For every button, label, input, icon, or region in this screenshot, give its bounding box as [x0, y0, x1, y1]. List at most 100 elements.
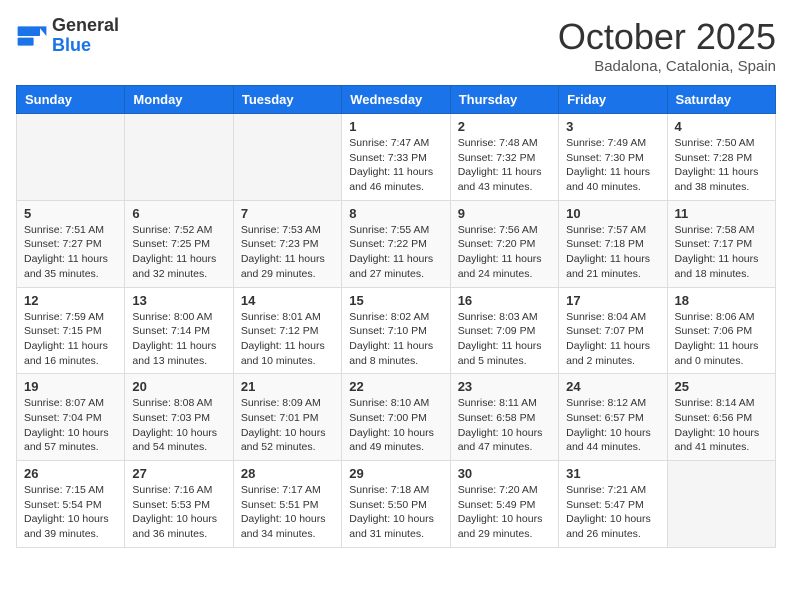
day-info: Sunrise: 8:11 AM Sunset: 6:58 PM Dayligh…: [458, 396, 551, 455]
day-info: Sunrise: 8:07 AM Sunset: 7:04 PM Dayligh…: [24, 396, 117, 455]
calendar-cell: 26 Sunrise: 7:15 AM Sunset: 5:54 PM Dayli…: [17, 461, 125, 548]
page-header: General Blue October 2025 Badalona, Cata…: [16, 16, 776, 75]
day-info: Sunrise: 7:17 AM Sunset: 5:51 PM Dayligh…: [241, 483, 334, 542]
day-number: 27: [132, 466, 225, 481]
day-number: 15: [349, 293, 442, 308]
calendar-cell: [233, 114, 341, 201]
day-info: Sunrise: 7:53 AM Sunset: 7:23 PM Dayligh…: [241, 223, 334, 282]
day-info: Sunrise: 7:59 AM Sunset: 7:15 PM Dayligh…: [24, 310, 117, 369]
day-info: Sunrise: 7:50 AM Sunset: 7:28 PM Dayligh…: [675, 136, 768, 195]
day-info: Sunrise: 8:03 AM Sunset: 7:09 PM Dayligh…: [458, 310, 551, 369]
day-info: Sunrise: 7:15 AM Sunset: 5:54 PM Dayligh…: [24, 483, 117, 542]
month-title: October 2025: [558, 16, 776, 58]
calendar-cell: 22Sunrise: 8:10 AM Sunset: 7:00 PM Dayli…: [342, 374, 450, 461]
col-header-wednesday: Wednesday: [342, 86, 450, 114]
calendar-cell: [17, 114, 125, 201]
calendar-cell: 18 Sunrise: 8:06 AM Sunset: 7:06 PM Dayli…: [667, 287, 775, 374]
title-block: October 2025 Badalona, Catalonia, Spain: [558, 16, 776, 75]
calendar-cell: 11Sunrise: 7:58 AM Sunset: 7:17 PM Dayli…: [667, 200, 775, 287]
col-header-thursday: Thursday: [450, 86, 558, 114]
day-number: 1: [349, 119, 442, 134]
calendar-cell: 20 Sunrise: 8:08 AM Sunset: 7:03 PM Dayli…: [125, 374, 233, 461]
col-header-friday: Friday: [559, 86, 667, 114]
day-number: 17: [566, 293, 659, 308]
calendar-week-row: 26 Sunrise: 7:15 AM Sunset: 5:54 PM Dayli…: [17, 461, 776, 548]
calendar-cell: 12 Sunrise: 7:59 AM Sunset: 7:15 PM Dayli…: [17, 287, 125, 374]
day-info: Sunrise: 7:56 AM Sunset: 7:20 PM Dayligh…: [458, 223, 551, 282]
calendar-cell: 24Sunrise: 8:12 AM Sunset: 6:57 PM Dayli…: [559, 374, 667, 461]
day-number: 29: [349, 466, 442, 481]
day-info: Sunrise: 7:52 AM Sunset: 7:25 PM Dayligh…: [132, 223, 225, 282]
day-info: Sunrise: 8:01 AM Sunset: 7:12 PM Dayligh…: [241, 310, 334, 369]
calendar-cell: 15 Sunrise: 8:02 AM Sunset: 7:10 PM Dayli…: [342, 287, 450, 374]
day-info: Sunrise: 8:10 AM Sunset: 7:00 PM Dayligh…: [349, 396, 442, 455]
calendar-cell: 30Sunrise: 7:20 AM Sunset: 5:49 PM Dayli…: [450, 461, 558, 548]
day-info: Sunrise: 7:16 AM Sunset: 5:53 PM Dayligh…: [132, 483, 225, 542]
location: Badalona, Catalonia, Spain: [558, 58, 776, 75]
day-info: Sunrise: 7:47 AM Sunset: 7:33 PM Dayligh…: [349, 136, 442, 195]
day-info: Sunrise: 8:09 AM Sunset: 7:01 PM Dayligh…: [241, 396, 334, 455]
day-number: 8: [349, 206, 442, 221]
calendar-cell: [667, 461, 775, 548]
day-number: 4: [675, 119, 768, 134]
day-number: 24: [566, 379, 659, 394]
day-info: Sunrise: 8:04 AM Sunset: 7:07 PM Dayligh…: [566, 310, 659, 369]
calendar-cell: 7Sunrise: 7:53 AM Sunset: 7:23 PM Daylig…: [233, 200, 341, 287]
day-info: Sunrise: 7:48 AM Sunset: 7:32 PM Dayligh…: [458, 136, 551, 195]
calendar-cell: 4 Sunrise: 7:50 AM Sunset: 7:28 PM Daylig…: [667, 114, 775, 201]
day-info: Sunrise: 7:55 AM Sunset: 7:22 PM Dayligh…: [349, 223, 442, 282]
day-number: 20: [132, 379, 225, 394]
calendar-cell: 3Sunrise: 7:49 AM Sunset: 7:30 PM Daylig…: [559, 114, 667, 201]
day-number: 5: [24, 206, 117, 221]
calendar-week-row: 19 Sunrise: 8:07 AM Sunset: 7:04 PM Dayli…: [17, 374, 776, 461]
day-number: 10: [566, 206, 659, 221]
day-info: Sunrise: 7:21 AM Sunset: 5:47 PM Dayligh…: [566, 483, 659, 542]
calendar-cell: 28 Sunrise: 7:17 AM Sunset: 5:51 PM Dayli…: [233, 461, 341, 548]
col-header-saturday: Saturday: [667, 86, 775, 114]
calendar-cell: 6 Sunrise: 7:52 AM Sunset: 7:25 PM Daylig…: [125, 200, 233, 287]
day-number: 6: [132, 206, 225, 221]
calendar-cell: 13Sunrise: 8:00 AM Sunset: 7:14 PM Dayli…: [125, 287, 233, 374]
calendar-cell: 31Sunrise: 7:21 AM Sunset: 5:47 PM Dayli…: [559, 461, 667, 548]
calendar-week-row: 1 Sunrise: 7:47 AM Sunset: 7:33 PM Daylig…: [17, 114, 776, 201]
day-info: Sunrise: 7:20 AM Sunset: 5:49 PM Dayligh…: [458, 483, 551, 542]
calendar-cell: 5Sunrise: 7:51 AM Sunset: 7:27 PM Daylig…: [17, 200, 125, 287]
calendar-cell: 10Sunrise: 7:57 AM Sunset: 7:18 PM Dayli…: [559, 200, 667, 287]
day-number: 19: [24, 379, 117, 394]
day-info: Sunrise: 8:02 AM Sunset: 7:10 PM Dayligh…: [349, 310, 442, 369]
calendar-cell: 21 Sunrise: 8:09 AM Sunset: 7:01 PM Dayli…: [233, 374, 341, 461]
calendar-cell: 9Sunrise: 7:56 AM Sunset: 7:20 PM Daylig…: [450, 200, 558, 287]
day-number: 12: [24, 293, 117, 308]
day-info: Sunrise: 7:58 AM Sunset: 7:17 PM Dayligh…: [675, 223, 768, 282]
day-number: 28: [241, 466, 334, 481]
day-number: 23: [458, 379, 551, 394]
logo-text: General Blue: [52, 16, 119, 56]
calendar-cell: 19 Sunrise: 8:07 AM Sunset: 7:04 PM Dayli…: [17, 374, 125, 461]
calendar-cell: 29Sunrise: 7:18 AM Sunset: 5:50 PM Dayli…: [342, 461, 450, 548]
day-info: Sunrise: 8:00 AM Sunset: 7:14 PM Dayligh…: [132, 310, 225, 369]
calendar-cell: [125, 114, 233, 201]
calendar-cell: 14Sunrise: 8:01 AM Sunset: 7:12 PM Dayli…: [233, 287, 341, 374]
calendar-week-row: 12 Sunrise: 7:59 AM Sunset: 7:15 PM Dayli…: [17, 287, 776, 374]
day-number: 21: [241, 379, 334, 394]
calendar-week-row: 5Sunrise: 7:51 AM Sunset: 7:27 PM Daylig…: [17, 200, 776, 287]
calendar-cell: 27 Sunrise: 7:16 AM Sunset: 5:53 PM Dayli…: [125, 461, 233, 548]
logo-icon: [16, 20, 48, 52]
day-number: 26: [24, 466, 117, 481]
day-number: 25: [675, 379, 768, 394]
calendar-cell: 17 Sunrise: 8:04 AM Sunset: 7:07 PM Dayli…: [559, 287, 667, 374]
calendar-cell: 23 Sunrise: 8:11 AM Sunset: 6:58 PM Dayli…: [450, 374, 558, 461]
calendar-table: SundayMondayTuesdayWednesdayThursdayFrid…: [16, 85, 776, 548]
col-header-monday: Monday: [125, 86, 233, 114]
col-header-sunday: Sunday: [17, 86, 125, 114]
day-info: Sunrise: 8:14 AM Sunset: 6:56 PM Dayligh…: [675, 396, 768, 455]
calendar-cell: 8 Sunrise: 7:55 AM Sunset: 7:22 PM Daylig…: [342, 200, 450, 287]
calendar-cell: 2Sunrise: 7:48 AM Sunset: 7:32 PM Daylig…: [450, 114, 558, 201]
day-info: Sunrise: 8:06 AM Sunset: 7:06 PM Dayligh…: [675, 310, 768, 369]
calendar-header-row: SundayMondayTuesdayWednesdayThursdayFrid…: [17, 86, 776, 114]
calendar-cell: 25 Sunrise: 8:14 AM Sunset: 6:56 PM Dayli…: [667, 374, 775, 461]
calendar-cell: 16Sunrise: 8:03 AM Sunset: 7:09 PM Dayli…: [450, 287, 558, 374]
day-info: Sunrise: 8:08 AM Sunset: 7:03 PM Dayligh…: [132, 396, 225, 455]
logo: General Blue: [16, 16, 119, 56]
day-number: 18: [675, 293, 768, 308]
